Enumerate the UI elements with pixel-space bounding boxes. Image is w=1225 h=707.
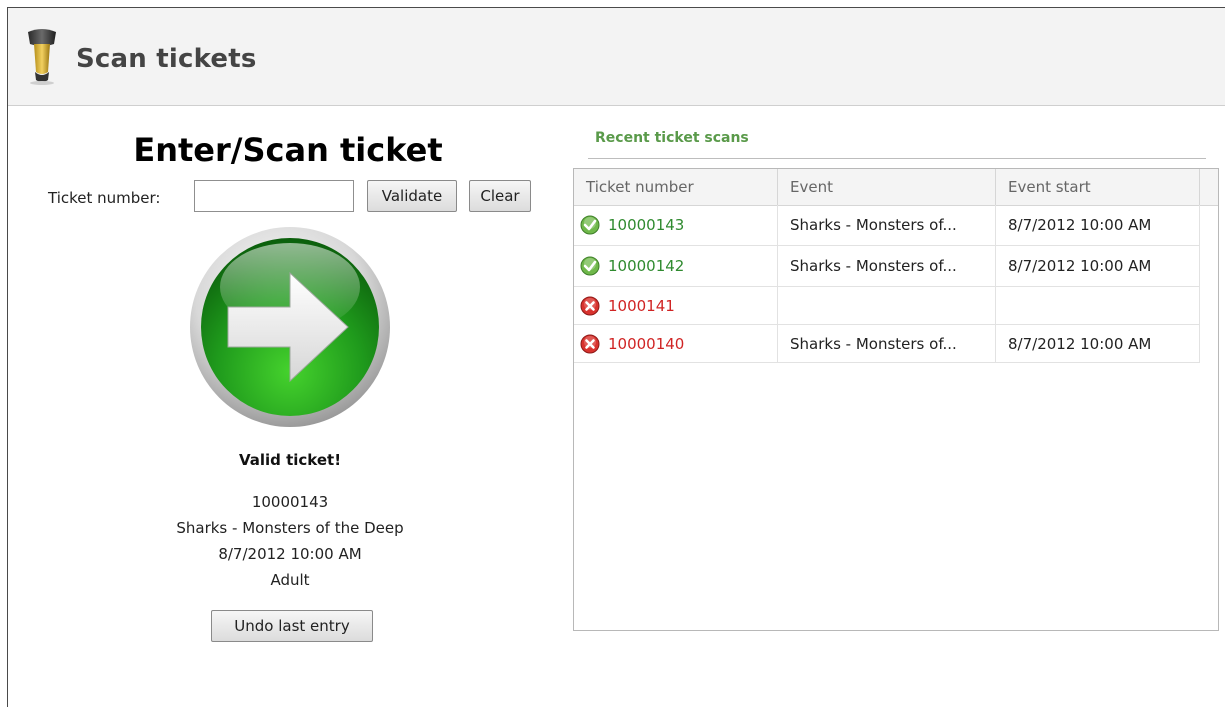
- ticket-number-text: 10000140: [608, 334, 685, 353]
- ticket-number-cell: 10000143: [574, 205, 778, 245]
- event-cell: Sharks - Monsters of...: [778, 246, 996, 286]
- title-bar: Scan tickets: [8, 8, 1225, 106]
- event-start-cell: 8/7/2012 10:00 AM: [996, 205, 1200, 245]
- green-arrow-icon: [190, 227, 390, 427]
- event-cell: Sharks - Monsters of...: [778, 205, 996, 245]
- table-row[interactable]: 10000142 Sharks - Monsters of... 8/7/2012 …: [574, 246, 1200, 287]
- recent-scans-table: Ticket number Event Event start 10000143…: [573, 168, 1219, 631]
- section-divider: [588, 158, 1206, 159]
- recent-scans-title: Recent ticket scans: [595, 130, 749, 146]
- error-icon: [580, 334, 600, 353]
- column-header-event[interactable]: Event: [778, 169, 996, 205]
- window-title: Scan tickets: [76, 44, 257, 74]
- scan-tickets-window: Scan tickets Enter/Scan ticket Ticket nu…: [7, 7, 1225, 707]
- result-event-start: 8/7/2012 10:00 AM: [218, 545, 362, 563]
- result-ticket-number: 10000143: [251, 493, 329, 511]
- event-cell: Sharks - Monsters of...: [778, 325, 996, 362]
- ticket-number-text: 10000142: [608, 257, 685, 275]
- check-icon: [580, 256, 600, 276]
- undo-last-entry-button[interactable]: Undo last entry: [211, 610, 373, 642]
- validate-button[interactable]: Validate: [367, 180, 457, 212]
- table-row[interactable]: 1000141: [574, 287, 1200, 325]
- ticket-number-cell: 10000140: [574, 325, 778, 362]
- clear-button[interactable]: Clear: [469, 180, 531, 212]
- barcode-scanner-icon: [28, 29, 56, 85]
- check-icon: [580, 215, 600, 235]
- event-start-cell: [996, 287, 1200, 324]
- ticket-number-label: Ticket number:: [48, 189, 161, 207]
- event-start-cell: 8/7/2012 10:00 AM: [996, 246, 1200, 286]
- result-event-name: Sharks - Monsters of the Deep: [176, 519, 404, 537]
- validation-result-title: Valid ticket!: [238, 451, 342, 469]
- scan-heading: Enter/Scan ticket: [133, 131, 443, 169]
- column-header-ticket-number[interactable]: Ticket number: [574, 169, 778, 205]
- result-ticket-type: Adult: [270, 571, 310, 589]
- scan-panel: Enter/Scan ticket Ticket number: Validat…: [8, 105, 568, 705]
- table-row[interactable]: 10000140 Sharks - Monsters of... 8/7/2012 …: [574, 325, 1200, 363]
- event-cell: [778, 287, 996, 324]
- ticket-number-text: 1000141: [608, 296, 675, 315]
- ticket-number-cell: 10000142: [574, 246, 778, 286]
- table-row[interactable]: 10000143 Sharks - Monsters of... 8/7/2012 …: [574, 205, 1200, 246]
- ticket-number-text: 10000143: [608, 216, 685, 234]
- event-start-cell: 8/7/2012 10:00 AM: [996, 325, 1200, 362]
- table-header: Ticket number Event Event start: [574, 169, 1218, 206]
- error-icon: [580, 296, 600, 315]
- ticket-number-input[interactable]: [194, 180, 354, 212]
- ticket-number-cell: 1000141: [574, 287, 778, 324]
- column-header-event-start[interactable]: Event start: [996, 169, 1200, 205]
